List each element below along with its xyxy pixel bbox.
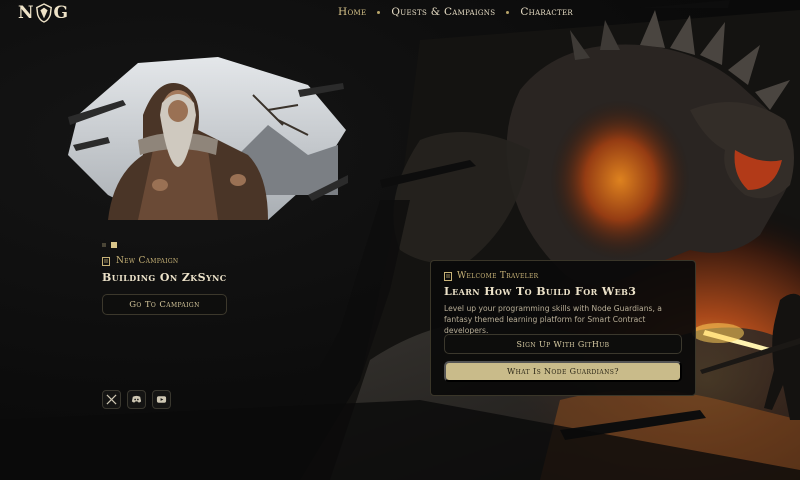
x-icon: [106, 394, 117, 405]
nav-quests-campaigns[interactable]: Quests & Campaigns: [391, 6, 495, 18]
logo-letter-n: N: [18, 3, 34, 23]
sign-up-github-button[interactable]: Sign Up With GitHub: [444, 334, 682, 354]
welcome-tag: Welcome Traveler: [444, 271, 538, 281]
campaign-title: Building On ZkSync: [102, 271, 227, 284]
campaign-tag: New Campaign: [102, 256, 178, 266]
go-to-campaign-button[interactable]: Go To Campaign: [102, 294, 227, 315]
pager-dot[interactable]: [102, 243, 106, 247]
youtube-icon: [156, 396, 167, 403]
scroll-icon: [102, 256, 110, 266]
main-nav: Home Quests & Campaigns Character: [338, 6, 573, 18]
nav-separator: [377, 10, 381, 14]
welcome-title: Learn How To Build For Web3: [444, 285, 637, 298]
welcome-tag-label: Welcome Traveler: [457, 271, 539, 281]
campaign-pager: [102, 242, 117, 248]
campaign-tag-label: New Campaign: [116, 256, 179, 266]
nav-separator: [506, 10, 510, 14]
logo-letter-g: G: [53, 3, 69, 23]
welcome-description: Level up your programming skills with No…: [444, 304, 662, 335]
social-x-button[interactable]: [102, 390, 121, 409]
what-is-node-guardians-button[interactable]: What Is Node Guardians?: [444, 361, 682, 382]
social-discord-button[interactable]: [127, 390, 146, 409]
scroll-icon: [444, 271, 452, 281]
discord-icon: [131, 395, 142, 403]
nav-character[interactable]: Character: [520, 6, 573, 18]
campaign-portrait-image: [68, 57, 348, 220]
shield-emblem-icon: [35, 3, 52, 23]
logo[interactable]: N G: [18, 3, 68, 23]
welcome-card: Welcome Traveler Learn How To Build For …: [430, 260, 696, 396]
pager-dot-active[interactable]: [111, 242, 117, 248]
nav-home[interactable]: Home: [338, 6, 366, 18]
social-links: [102, 390, 171, 409]
social-youtube-button[interactable]: [152, 390, 171, 409]
